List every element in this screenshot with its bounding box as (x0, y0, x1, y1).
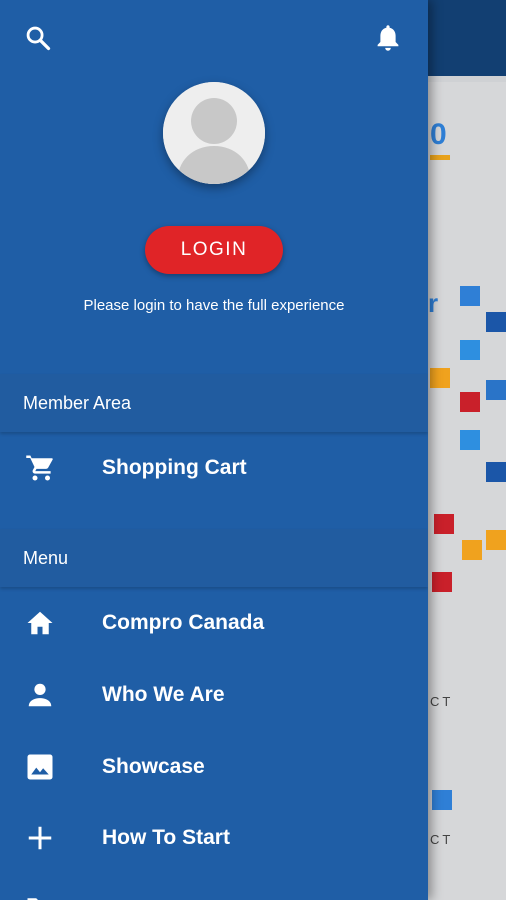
home-icon (25, 608, 55, 638)
bell-icon[interactable] (372, 22, 404, 54)
background-tile (460, 430, 480, 450)
plus-icon (25, 823, 55, 853)
image-icon (25, 752, 55, 782)
nav-item-showcase[interactable]: Showcase (0, 737, 428, 797)
background-tile (462, 540, 482, 560)
nav-item-compro-canada[interactable]: Compro Canada (0, 593, 428, 653)
folder-icon (25, 892, 55, 900)
background-tile (430, 368, 450, 388)
shopping-cart-icon (25, 453, 55, 483)
search-icon[interactable] (22, 22, 54, 54)
background-tile (460, 286, 480, 306)
background-tile (486, 462, 506, 482)
avatar[interactable] (163, 82, 265, 184)
nav-item-label: Compro Canada (102, 611, 265, 634)
background-logo-underline (430, 155, 450, 160)
nav-item-label: Who We Are (102, 683, 225, 706)
nav-item-label: How To Start (102, 826, 230, 849)
nav-item-label: Showcase (102, 755, 205, 778)
nav-item-who-we-are[interactable]: Who We Are (0, 665, 428, 725)
background-tile (460, 392, 480, 412)
background-text-fragment: r (428, 288, 439, 318)
background-logo-fragment: 0 (430, 118, 447, 151)
background-tile (486, 530, 506, 550)
nav-item-partial[interactable] (0, 880, 428, 900)
background-tile (486, 380, 506, 400)
login-button[interactable]: LOGIN (145, 226, 283, 274)
menu-header: Menu (0, 529, 428, 587)
person-icon (25, 680, 55, 710)
member-area-header: Member Area (0, 374, 428, 432)
nav-item-label: Shopping Cart (102, 456, 247, 479)
background-tile (432, 572, 452, 592)
background-tile (434, 514, 454, 534)
nav-item-shopping-cart[interactable]: Shopping Cart (0, 438, 428, 498)
background-tile (460, 340, 480, 360)
background-text-fragment: CT (430, 694, 454, 709)
background-tile (486, 312, 506, 332)
background-card (428, 82, 506, 900)
navigation-drawer: LOGIN Please login to have the full expe… (0, 0, 428, 900)
login-note: Please login to have the full experience (83, 297, 345, 314)
nav-item-how-to-start[interactable]: How To Start (0, 808, 428, 868)
background-tile (432, 790, 452, 810)
background-text-fragment: CT (430, 832, 454, 847)
